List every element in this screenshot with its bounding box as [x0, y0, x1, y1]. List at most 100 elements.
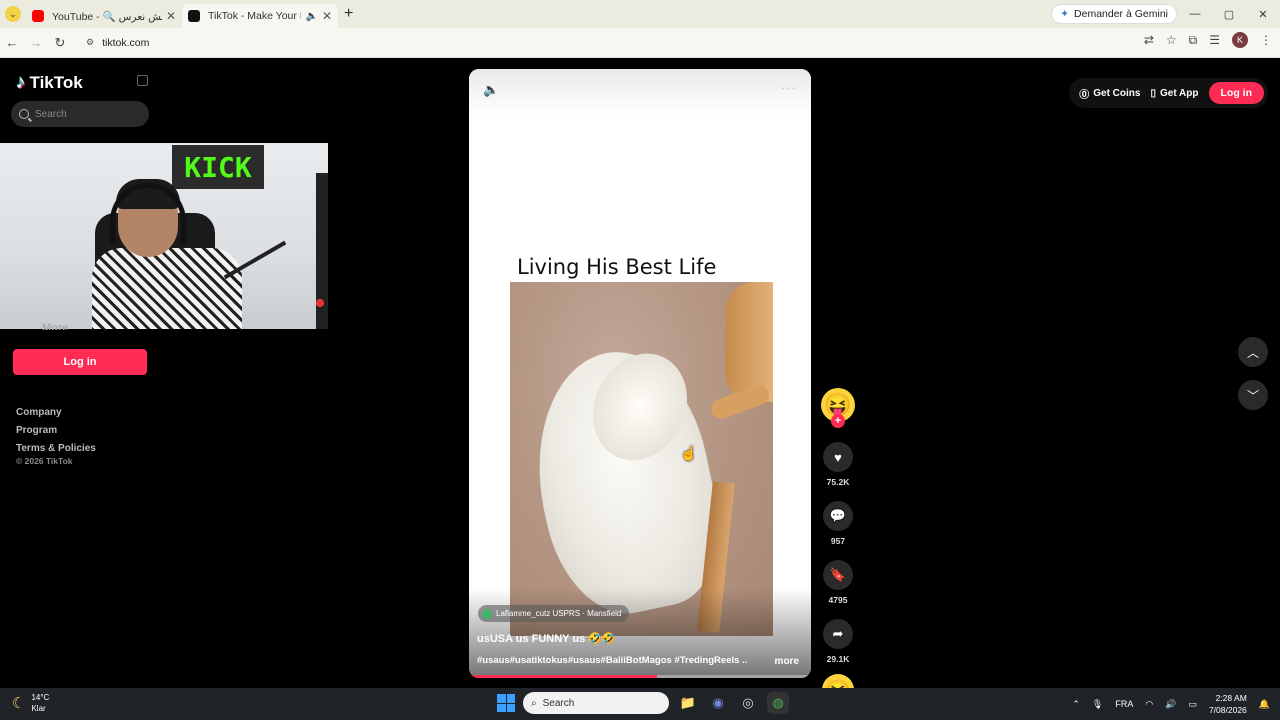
site-info-icon[interactable]: ⚙ — [86, 37, 94, 48]
weather-temp: 14°C — [31, 693, 50, 702]
heart-icon[interactable]: ♥ — [823, 442, 853, 472]
get-app-label: Get App — [1159, 87, 1199, 99]
mic-icon[interactable]: 🎙 — [1092, 699, 1103, 710]
sidebar-more[interactable]: More — [42, 322, 68, 330]
like-count: 75.2K — [826, 477, 850, 487]
bookmark-star-icon[interactable]: ☆ — [1166, 33, 1177, 47]
get-app-button[interactable]: ▯ Get App — [1150, 88, 1198, 99]
save-action[interactable]: 🔖 4795 — [823, 560, 853, 605]
search-placeholder: Search — [35, 108, 67, 120]
video-hashtags[interactable]: #usaus#usatiktokus#usaus#BaliiBotMagos #… — [477, 655, 747, 666]
extensions-icon[interactable]: ⧉ — [1189, 33, 1198, 48]
browser-tab-bar: ⌄ YouTube - 🔍 أخيرا بش نعرس ✕ TikTok - M… — [0, 0, 1280, 28]
comment-icon[interactable]: 💬 — [823, 501, 853, 531]
reload-button[interactable]: ↻ — [48, 35, 72, 51]
video-progress-bar[interactable] — [469, 675, 811, 678]
footer-link-program[interactable]: Program — [16, 422, 96, 440]
battery-icon[interactable]: ▭ — [1188, 699, 1197, 710]
new-tab-button[interactable]: + — [344, 5, 353, 23]
speaker-icon[interactable]: 🔈 — [305, 11, 317, 22]
weather-widget[interactable]: ☾ 14°C Klar — [12, 692, 49, 714]
clock[interactable]: 2:28 AM 7/08/2026 — [1209, 692, 1247, 716]
close-window-button[interactable]: ✕ — [1246, 8, 1280, 21]
tiktok-note-icon: ♪ — [16, 72, 26, 93]
save-count: 4795 — [828, 595, 848, 605]
discord-icon[interactable]: ◉ — [707, 692, 729, 714]
video-top-overlay — [469, 69, 811, 115]
share-action[interactable]: ➦ 29.1K — [823, 619, 853, 664]
notification-icon[interactable]: 🔔 — [1259, 699, 1270, 710]
chevron-up-icon: ︿ — [1246, 345, 1259, 360]
menu-icon[interactable]: ⋮ — [1260, 33, 1272, 47]
bookmark-icon[interactable]: 🔖 — [823, 560, 853, 590]
collapse-sidebar-icon[interactable] — [137, 75, 148, 86]
footer-link-company[interactable]: Company — [16, 404, 96, 422]
previous-video-button[interactable]: ︿ — [1238, 337, 1268, 367]
author-chip[interactable]: Laflamme_cutz USPRS · Mansfield — [478, 605, 630, 622]
search-input[interactable]: Search — [11, 101, 149, 127]
kick-sign: KICK — [172, 145, 264, 189]
close-icon[interactable]: ✕ — [166, 9, 176, 23]
tab-youtube[interactable]: YouTube - 🔍 أخيرا بش نعرس ✕ — [26, 4, 182, 28]
forward-button[interactable]: → — [24, 35, 48, 50]
get-coins-button[interactable]: ⓪ Get Coins — [1079, 86, 1140, 101]
video-player[interactable]: 🔈 ··· Living His Best Life ☝ Laflamme_cu… — [469, 69, 811, 678]
share-icon[interactable]: ➦ — [823, 619, 853, 649]
indicator-light — [316, 299, 324, 307]
system-tray: ⌃ 🎙 FRA ◠ 🔊 ▭ 2:28 AM 7/08/2026 🔔 — [1072, 688, 1270, 720]
location-icon — [482, 608, 492, 619]
chevron-up-icon[interactable]: ⌃ — [1072, 699, 1080, 710]
url-field[interactable]: ⚙ tiktok.com — [78, 31, 1098, 54]
taskbar-search[interactable]: ⌕ Search — [523, 692, 669, 714]
action-bar: 😝+ ♥ 75.2K 💬 957 🔖 4795 ➦ 29.1K 😆 — [820, 388, 856, 706]
get-coins-label: Get Coins — [1093, 87, 1141, 99]
browser-toolbar-right: ⇄ ☆ ⧉ ☰ K ⋮ — [1144, 32, 1272, 48]
clock-time: 2:28 AM — [1215, 693, 1247, 703]
gemini-label: Demander à Gemini — [1074, 8, 1168, 20]
gemini-button[interactable]: ✦ Demander à Gemini — [1051, 4, 1177, 24]
maximize-button[interactable]: ▢ — [1212, 8, 1246, 21]
goat-leg — [725, 282, 773, 402]
gemini-icon: ✦ — [1060, 8, 1070, 20]
obs-icon[interactable]: ◎ — [737, 692, 759, 714]
streamer-shirt — [92, 248, 242, 329]
wifi-icon[interactable]: ◠ — [1145, 699, 1153, 710]
volume-icon[interactable]: 🔊 — [1165, 699, 1176, 710]
follow-plus-icon[interactable]: + — [831, 414, 845, 428]
next-video-button[interactable]: ﹀ — [1238, 380, 1268, 410]
creator-avatar[interactable]: 😝 + — [821, 388, 855, 428]
chevron-down-icon: ⌄ — [5, 6, 21, 22]
volume-icon[interactable]: 🔈 — [483, 82, 499, 98]
more-options-icon[interactable]: ··· — [781, 80, 797, 95]
moon-icon: ☾ — [12, 695, 26, 712]
language-indicator[interactable]: FRA — [1115, 699, 1133, 709]
logo-text: TikTok — [29, 73, 83, 92]
tab-tiktok[interactable]: TikTok - Make Your Day 🔈 ✕ — [182, 4, 338, 28]
translate-icon[interactable]: ⇄ — [1144, 33, 1154, 47]
webcam-overlay: KICK — [0, 143, 328, 329]
tiktok-logo[interactable]: ♪ TikTok — [16, 72, 83, 94]
header-login-button[interactable]: Log in — [1208, 82, 1264, 104]
video-frame — [510, 282, 773, 636]
hand-cursor-icon: ☝ — [680, 445, 698, 461]
video-caption: Living His Best Life — [517, 255, 717, 279]
sidebar-login-button[interactable]: Log in — [13, 349, 147, 375]
back-button[interactable]: ← — [0, 35, 24, 50]
minimize-button[interactable]: — — [1178, 8, 1212, 20]
close-icon[interactable]: ✕ — [322, 9, 332, 23]
video-more-link[interactable]: more — [775, 656, 799, 667]
chrome-icon[interactable]: ◍ — [767, 692, 789, 714]
youtube-icon — [32, 10, 44, 22]
file-explorer-icon[interactable]: 📁 — [677, 692, 699, 714]
tab-title: YouTube - 🔍 أخيرا بش نعرس — [52, 10, 162, 23]
chevron-down-icon: ﹀ — [1246, 388, 1259, 403]
windows-start-icon[interactable] — [497, 694, 515, 712]
like-action[interactable]: ♥ 75.2K — [823, 442, 853, 487]
comment-action[interactable]: 💬 957 — [823, 501, 853, 546]
video-title: usUSA us FUNNY us 🤣🤣 — [477, 633, 616, 645]
profile-avatar[interactable]: K — [1232, 32, 1248, 48]
reading-list-icon[interactable]: ☰ — [1209, 33, 1220, 47]
coin-icon: ⓪ — [1079, 89, 1090, 101]
tab-search-button[interactable]: ⌄ — [0, 1, 26, 27]
tiktok-icon — [188, 10, 200, 22]
